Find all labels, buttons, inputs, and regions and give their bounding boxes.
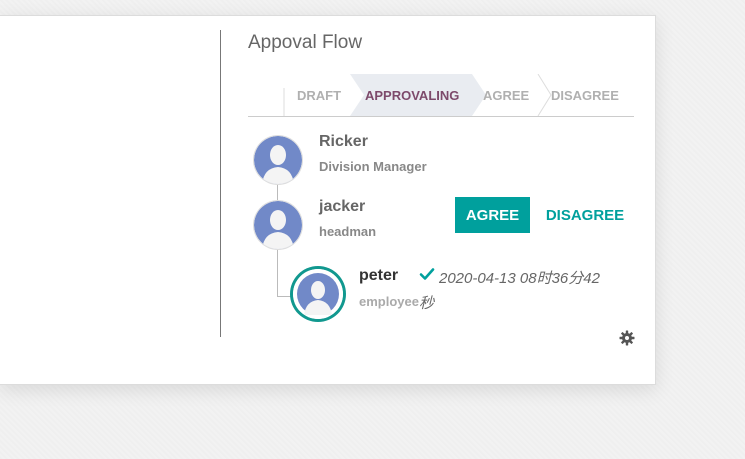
flow-connector [277,249,278,296]
approval-timestamp: 2020-04-13 08时36分42 [439,270,600,287]
vertical-divider [220,30,221,337]
stage-disagree[interactable]: DISAGREE [551,74,619,116]
flow-connector [277,184,278,201]
stage-approvaling[interactable]: APPROVALING [365,74,459,116]
approver-role: employee [359,294,419,309]
approver-role: Division Manager [319,159,427,174]
panel-title: Appoval Flow [248,32,363,53]
avatar [293,269,343,319]
approval-timestamp-tail: 秒 [419,295,435,312]
approver-role: headman [319,224,377,239]
approver-name: jacker [319,198,366,215]
check-icon [419,268,435,280]
stage-draft[interactable]: DRAFT [297,74,341,116]
flow-connector [277,296,291,297]
agree-button[interactable]: AGREE [455,197,530,233]
person-placeholder-icon [293,269,343,319]
person-placeholder-icon [254,136,302,184]
avatar [254,201,302,249]
avatar [254,136,302,184]
disagree-button[interactable]: DISAGREE [540,197,630,233]
stage-agree[interactable]: AGREE [483,74,529,116]
approval-statusbar: DRAFT APPROVALING AGREE DISAGREE [248,74,634,117]
person-placeholder-icon [254,201,302,249]
approver-name: peter [359,267,399,284]
gear-icon[interactable] [619,330,635,346]
approver-name: Ricker [319,133,368,150]
